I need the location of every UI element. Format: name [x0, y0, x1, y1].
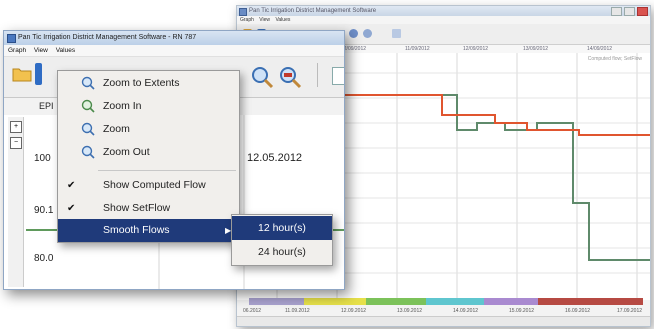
submenu-item-label: 24 hour(s): [258, 246, 306, 258]
time-strip-segment: [304, 298, 366, 305]
menu-item-label: Zoom In: [103, 100, 142, 112]
axis-tick-label: 06.2012: [243, 308, 262, 314]
legend-note: Computed flow; SetFlow: [587, 56, 642, 62]
close-button[interactable]: [637, 7, 648, 16]
y-axis-label: 80.0: [34, 253, 54, 264]
left-gutter: + −: [8, 117, 24, 287]
app-icon: [239, 8, 247, 16]
menu-item-label: Smooth Flows: [103, 224, 170, 236]
front-window-title: Pan Tic Irrigation District Management S…: [18, 34, 197, 41]
timebar-label: 13/09/2012: [523, 46, 549, 52]
submenu-item-24-hours[interactable]: 24 hour(s): [232, 240, 332, 264]
checkmark-icon: ✔: [67, 180, 76, 191]
minimize-button[interactable]: [611, 7, 622, 16]
menu-separator: [98, 170, 236, 171]
timebar-label: 11/09/2012: [405, 46, 430, 52]
menu-view[interactable]: View: [259, 17, 270, 23]
zoom-out-icon[interactable]: [278, 65, 302, 89]
axis-tick-label: 17.09.2012: [617, 308, 643, 314]
checkmark-icon: ✔: [67, 203, 76, 214]
menu-item-show-computed-flow[interactable]: ✔ Show Computed Flow: [58, 174, 239, 197]
zoom-extents-icon: [81, 76, 95, 90]
time-strip-segment: [366, 298, 426, 305]
y-axis-label: 90.1: [34, 205, 54, 216]
menu-item-zoom-to-extents[interactable]: Zoom to Extents: [58, 72, 239, 95]
date-label: 12.05.2012: [247, 152, 303, 164]
menu-item-zoom-in[interactable]: Zoom In: [58, 95, 239, 118]
axis-tick-label: 13.09.2012: [397, 308, 423, 314]
submenu-item-12-hours[interactable]: 12 hour(s): [232, 216, 332, 240]
time-strip: [249, 298, 643, 305]
back-window-title: Pan Tic Irrigation District Management S…: [249, 8, 377, 14]
zoom-in-icon[interactable]: [250, 65, 274, 89]
menu-values[interactable]: Values: [56, 47, 75, 54]
expand-button[interactable]: +: [10, 121, 22, 133]
toolbar-icon[interactable]: [34, 63, 44, 85]
zoom-in-icon[interactable]: [349, 29, 358, 38]
zoom-out-icon: [81, 145, 95, 159]
menu-values[interactable]: Values: [275, 17, 290, 23]
back-caption-buttons: [611, 7, 648, 16]
menu-item-label: Show Computed Flow: [103, 179, 206, 191]
menu-item-label: Show SetFlow: [103, 202, 171, 214]
export-icon[interactable]: [392, 29, 401, 38]
axis-tick-label: 11.09.2012: [285, 308, 310, 314]
back-window-titlebar[interactable]: Pan Tic Irrigation District Management S…: [237, 6, 650, 16]
y-axis-label: 100: [34, 153, 51, 164]
horizontal-scrollbar[interactable]: [237, 316, 650, 326]
document-icon[interactable]: [332, 67, 344, 85]
menu-item-show-setflow[interactable]: ✔ Show SetFlow: [58, 197, 239, 220]
app-icon: [7, 34, 16, 43]
menu-item-zoom-out[interactable]: Zoom Out: [58, 141, 239, 164]
menu-item-label: Zoom Out: [103, 146, 150, 158]
menu-item-label: Zoom to Extents: [103, 77, 180, 89]
axis-tick-label: 14.09.2012: [453, 308, 479, 314]
front-menubar: Graph View Values: [4, 45, 344, 57]
menu-view[interactable]: View: [34, 47, 48, 54]
menu-graph[interactable]: Graph: [240, 17, 254, 23]
folder-icon[interactable]: [12, 66, 32, 82]
time-strip-segment: [538, 298, 643, 305]
zoom-in-icon: [81, 99, 95, 113]
front-window-titlebar[interactable]: Pan Tic Irrigation District Management S…: [4, 31, 344, 45]
toolbar-separator: [317, 63, 318, 87]
axis-tick-label: 16.09.2012: [565, 308, 591, 314]
time-strip-segment: [426, 298, 484, 305]
timebar-label: 12/09/2012: [463, 46, 489, 52]
axis-tick-label: 15.09.2012: [509, 308, 535, 314]
time-strip-segment: [249, 298, 304, 305]
bottom-date-axis: 06.2012 11.09.2012 12.09.2012 13.09.2012…: [237, 306, 650, 316]
time-strip-segment: [484, 298, 538, 305]
menu-graph[interactable]: Graph: [8, 47, 26, 54]
menu-item-zoom[interactable]: Zoom: [58, 118, 239, 141]
zoom-out-icon[interactable]: [363, 29, 372, 38]
zoom-icon: [81, 122, 95, 136]
timebar-label: 14/09/2012: [587, 46, 613, 52]
menu-item-label: Zoom: [103, 123, 130, 135]
axis-tick-label: 12.09.2012: [341, 308, 367, 314]
maximize-button[interactable]: [624, 7, 635, 16]
menu-item-smooth-flows[interactable]: Smooth Flows ▶: [58, 219, 239, 242]
collapse-button[interactable]: −: [10, 137, 22, 149]
tab-epi[interactable]: EPI: [39, 101, 54, 111]
context-menu: Zoom to Extents Zoom In Zoom Zoom Out ✔ …: [57, 70, 240, 243]
smooth-flows-submenu: 12 hour(s) 24 hour(s): [231, 214, 333, 266]
back-menubar: Graph View Values: [237, 16, 650, 24]
submenu-item-label: 12 hour(s): [258, 222, 306, 234]
